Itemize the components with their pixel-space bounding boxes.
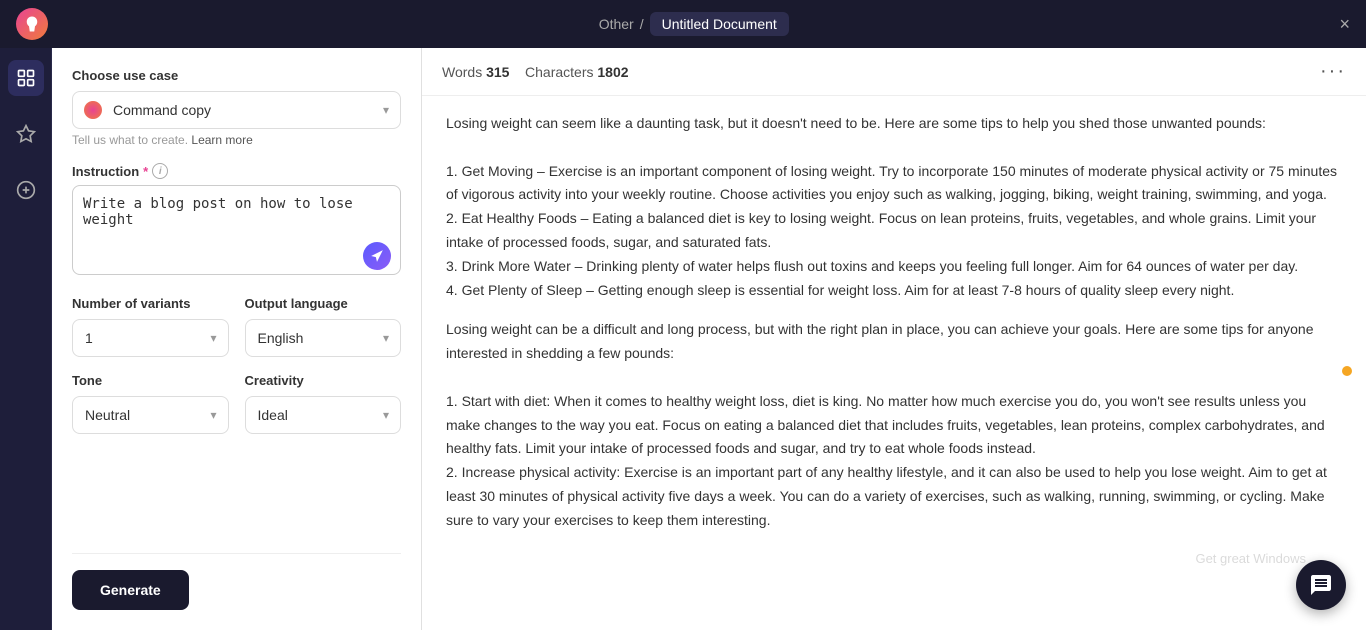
use-case-icon bbox=[84, 101, 102, 119]
instruction-input[interactable] bbox=[72, 185, 401, 275]
generate-section: Generate bbox=[72, 553, 401, 610]
doc-title[interactable]: Untitled Document bbox=[650, 12, 789, 36]
language-section: Output language English French Spanish ▾ bbox=[245, 296, 402, 357]
variants-section: Number of variants 1 2 3 ▾ bbox=[72, 296, 229, 357]
use-case-label: Choose use case bbox=[72, 68, 401, 83]
language-label: Output language bbox=[245, 296, 402, 311]
icon-sidebar bbox=[0, 48, 52, 630]
close-button[interactable]: × bbox=[1339, 14, 1350, 35]
content-body: Losing weight can seem like a daunting t… bbox=[422, 96, 1366, 630]
learn-more-link[interactable]: Learn more bbox=[191, 133, 252, 147]
language-select[interactable]: English French Spanish bbox=[245, 319, 402, 357]
variants-select[interactable]: 1 2 3 bbox=[72, 319, 229, 357]
content-header: Words 315 Characters 1802 ··· bbox=[422, 48, 1366, 96]
more-options-button[interactable]: ··· bbox=[1320, 60, 1346, 83]
generate-button[interactable]: Generate bbox=[72, 570, 189, 610]
variants-label: Number of variants bbox=[72, 296, 229, 311]
right-panel: Words 315 Characters 1802 ··· Losing wei… bbox=[422, 48, 1366, 630]
creativity-select-wrapper: Ideal Low High ▾ bbox=[245, 396, 402, 434]
app-logo bbox=[16, 8, 48, 40]
top-bar: Other / Untitled Document × bbox=[0, 0, 1366, 48]
use-case-section: Choose use case Command copy ▾ Tell us w… bbox=[72, 68, 401, 147]
sidebar-use-case-icon[interactable] bbox=[8, 60, 44, 96]
creativity-select[interactable]: Ideal Low High bbox=[245, 396, 402, 434]
use-case-select-wrapper: Command copy ▾ bbox=[72, 91, 401, 129]
variants-select-wrapper: 1 2 3 ▾ bbox=[72, 319, 229, 357]
content-paragraph-2: Losing weight can be a difficult and lon… bbox=[446, 318, 1342, 532]
tone-section: Tone Neutral Formal Casual ▾ bbox=[72, 373, 229, 434]
instruction-label: Instruction * i bbox=[72, 163, 401, 179]
variants-language-row: Number of variants 1 2 3 ▾ Output langua… bbox=[72, 296, 401, 357]
help-text: Tell us what to create. Learn more bbox=[72, 133, 401, 147]
send-button[interactable] bbox=[363, 242, 391, 270]
info-icon: i bbox=[152, 163, 168, 179]
tone-select[interactable]: Neutral Formal Casual bbox=[72, 396, 229, 434]
required-star: * bbox=[143, 164, 148, 179]
breadcrumb-prefix: Other bbox=[599, 16, 634, 32]
main-layout: Choose use case Command copy ▾ Tell us w… bbox=[0, 48, 1366, 630]
tone-label: Tone bbox=[72, 373, 229, 388]
instruction-textarea-wrapper bbox=[72, 185, 401, 280]
creativity-label: Creativity bbox=[245, 373, 402, 388]
tone-select-wrapper: Neutral Formal Casual ▾ bbox=[72, 396, 229, 434]
chat-button[interactable] bbox=[1296, 560, 1346, 610]
word-count: Words 315 Characters 1802 bbox=[442, 64, 629, 80]
logo-area bbox=[16, 8, 48, 40]
breadcrumb: Other / Untitled Document bbox=[599, 12, 789, 36]
left-panel: Choose use case Command copy ▾ Tell us w… bbox=[52, 48, 422, 630]
language-select-wrapper: English French Spanish ▾ bbox=[245, 319, 402, 357]
breadcrumb-separator: / bbox=[640, 16, 644, 32]
content-paragraph-1: Losing weight can seem like a daunting t… bbox=[446, 112, 1342, 302]
use-case-select[interactable]: Command copy bbox=[72, 91, 401, 129]
dot-indicator-1 bbox=[1342, 366, 1352, 376]
instruction-section: Instruction * i bbox=[72, 163, 401, 280]
sidebar-template-icon[interactable] bbox=[8, 172, 44, 208]
tone-creativity-row: Tone Neutral Formal Casual ▾ Creativity … bbox=[72, 373, 401, 434]
creativity-section: Creativity Ideal Low High ▾ bbox=[245, 373, 402, 434]
watermark: Get great Windows bbox=[1195, 548, 1306, 570]
sidebar-ai-icon[interactable] bbox=[8, 116, 44, 152]
